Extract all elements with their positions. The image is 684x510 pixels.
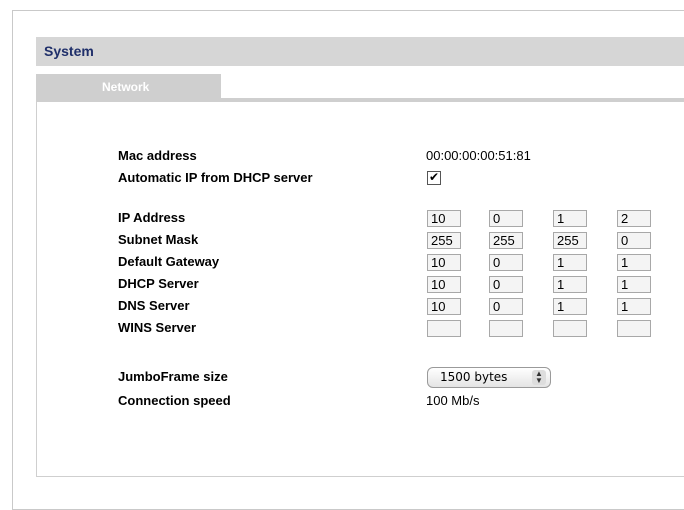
subnet-mask-label: Subnet Mask <box>118 232 199 247</box>
system-header: System <box>36 37 684 66</box>
connection-speed-label: Connection speed <box>118 393 231 408</box>
tab-strip: Network <box>36 66 684 102</box>
subnet-mask-octet-1[interactable]: 255 <box>427 232 461 249</box>
subnet-mask-octet-2[interactable]: 255 <box>489 232 523 249</box>
dns-server-octet-3[interactable]: 1 <box>553 298 587 315</box>
ip-address-octet-4[interactable]: 2 <box>617 210 651 227</box>
wins-server-octet-2[interactable] <box>489 320 523 337</box>
dhcp-server-octet-1[interactable]: 10 <box>427 276 461 293</box>
ip-address-label: IP Address <box>118 210 186 225</box>
dhcp-checkbox[interactable]: ✔ <box>427 171 441 185</box>
checkmark-icon: ✔ <box>428 170 440 184</box>
default-gateway-label: Default Gateway <box>118 254 220 269</box>
wins-server-octet-4[interactable] <box>617 320 651 337</box>
ip-address-octet-3[interactable]: 1 <box>553 210 587 227</box>
subnet-mask-octet-3[interactable]: 255 <box>553 232 587 249</box>
dhcp-server-octet-4[interactable]: 1 <box>617 276 651 293</box>
dhcp-server-label: DHCP Server <box>118 276 199 291</box>
jumboframe-label: JumboFrame size <box>118 369 228 384</box>
wins-server-octet-3[interactable] <box>553 320 587 337</box>
dns-server-label: DNS Server <box>118 298 190 313</box>
connection-speed-value: 100 Mb/s <box>426 393 480 408</box>
dhcp-server-octet-3[interactable]: 1 <box>553 276 587 293</box>
ip-address-octet-2[interactable]: 0 <box>489 210 523 227</box>
up-down-arrows-icon: ▲ ▼ <box>532 370 546 385</box>
tab-network[interactable]: Network <box>36 74 221 102</box>
ip-address-octet-1[interactable]: 10 <box>427 210 461 227</box>
mac-address-value: 00:00:00:00:51:81 <box>426 148 531 163</box>
dhcp-server-octet-2[interactable]: 0 <box>489 276 523 293</box>
subnet-mask-octet-4[interactable]: 0 <box>617 232 651 249</box>
dhcp-label: Automatic IP from DHCP server <box>118 170 313 185</box>
system-title: System <box>44 43 94 59</box>
dns-server-octet-1[interactable]: 10 <box>427 298 461 315</box>
tab-network-label: Network <box>102 80 150 94</box>
default-gateway-octet-2[interactable]: 0 <box>489 254 523 271</box>
default-gateway-octet-4[interactable]: 1 <box>617 254 651 271</box>
jumboframe-selected-value: 1500 bytes <box>440 370 508 384</box>
dns-server-octet-4[interactable]: 1 <box>617 298 651 315</box>
mac-address-label: Mac address <box>118 148 197 163</box>
tab-underline <box>221 98 684 102</box>
dns-server-octet-2[interactable]: 0 <box>489 298 523 315</box>
wins-server-octet-1[interactable] <box>427 320 461 337</box>
default-gateway-octet-3[interactable]: 1 <box>553 254 587 271</box>
jumboframe-select[interactable]: 1500 bytes ▲ ▼ <box>427 367 551 388</box>
wins-server-label: WINS Server <box>118 320 197 335</box>
default-gateway-octet-1[interactable]: 10 <box>427 254 461 271</box>
